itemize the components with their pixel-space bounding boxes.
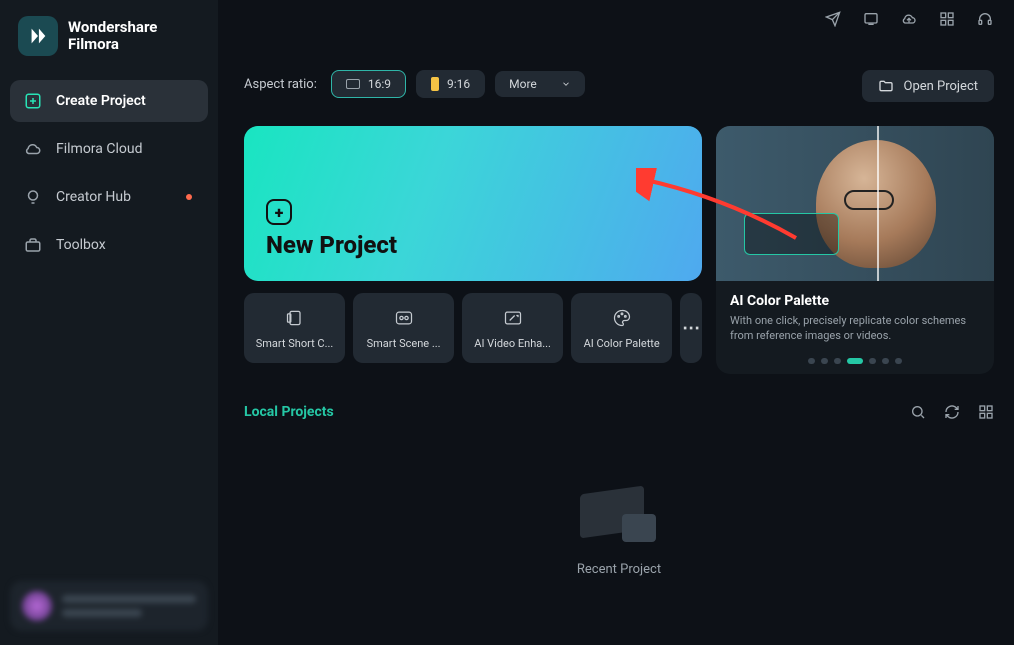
tile-smart-short-clips[interactable]: Smart Short C... (244, 293, 345, 363)
app-logo: Wondershare Filmora (0, 0, 218, 80)
open-project-button[interactable]: Open Project (862, 70, 995, 102)
portrait-icon (431, 77, 439, 91)
avatar (22, 591, 52, 621)
tile-ai-video-enhance[interactable]: AI Video Enha... (462, 293, 563, 363)
apps-grid-icon[interactable] (938, 10, 956, 28)
header-icon-bar (824, 10, 994, 28)
sidebar-nav: Create Project Filmora Cloud Creator Hub… (0, 80, 218, 266)
cloud-icon (24, 140, 42, 158)
local-projects-heading: Local Projects (244, 404, 334, 420)
bulb-icon (24, 188, 42, 206)
aspect-ratio-more-dropdown[interactable]: More (495, 71, 585, 97)
palette-icon (611, 307, 633, 329)
aspect-ratio-label: Aspect ratio: (244, 77, 317, 92)
toolbox-icon (24, 236, 42, 254)
new-project-card[interactable]: + New Project (244, 126, 702, 281)
clip-icon (284, 307, 306, 329)
empty-state-text: Recent Project (577, 562, 661, 577)
ai-tool-tiles: Smart Short C... Smart Scene ... AI Vide… (244, 293, 702, 363)
headset-icon[interactable] (976, 10, 994, 28)
empty-box-illustration (574, 470, 664, 550)
local-projects-actions (910, 404, 994, 420)
sidebar-item-label: Toolbox (56, 237, 106, 253)
ellipsis-icon: ⋯ (682, 318, 700, 339)
tile-more[interactable]: ⋯ (680, 293, 702, 363)
sidebar-item-toolbox[interactable]: Toolbox (10, 224, 208, 266)
sidebar-item-label: Filmora Cloud (56, 141, 142, 157)
search-icon[interactable] (910, 404, 926, 420)
aspect-ratio-16-9[interactable]: 16:9 (331, 70, 406, 98)
folder-icon (878, 78, 894, 94)
chevron-down-icon (561, 79, 571, 89)
sidebar-item-filmora-cloud[interactable]: Filmora Cloud (10, 128, 208, 170)
tile-smart-scene[interactable]: Smart Scene ... (353, 293, 454, 363)
sidebar-item-create-project[interactable]: Create Project (10, 80, 208, 122)
sidebar-item-label: Create Project (56, 93, 146, 109)
notification-dot (186, 194, 192, 200)
tile-ai-color-palette[interactable]: AI Color Palette (571, 293, 672, 363)
promo-image (716, 126, 994, 281)
empty-state: Recent Project (244, 470, 994, 577)
promo-title: AI Color Palette (716, 281, 994, 313)
refresh-icon[interactable] (944, 404, 960, 420)
promo-description: With one click, precisely replicate colo… (716, 313, 994, 344)
feedback-icon[interactable] (862, 10, 880, 28)
filmora-logo-icon (18, 16, 58, 56)
promo-pager[interactable] (716, 358, 994, 364)
promo-card[interactable]: AI Color Palette With one click, precise… (716, 126, 994, 374)
sidebar-item-creator-hub[interactable]: Creator Hub (10, 176, 208, 218)
sidebar: Wondershare Filmora Create Project Filmo… (0, 0, 218, 645)
brand-line2: Filmora (68, 36, 157, 53)
sidebar-item-label: Creator Hub (56, 189, 131, 205)
send-icon[interactable] (824, 10, 842, 28)
enhance-icon (502, 307, 524, 329)
account-pill[interactable] (10, 581, 208, 631)
account-info-blurred (62, 595, 196, 617)
main-panel: Aspect ratio: 16:9 9:16 More Open Projec… (218, 0, 1014, 645)
plus-square-icon (24, 92, 42, 110)
scene-icon (393, 307, 415, 329)
cloud-upload-icon[interactable] (900, 10, 918, 28)
grid-view-icon[interactable] (978, 404, 994, 420)
new-project-title: New Project (266, 231, 680, 259)
plus-icon: + (266, 199, 292, 225)
landscape-icon (346, 79, 360, 89)
brand-line1: Wondershare (68, 19, 157, 36)
aspect-ratio-9-16[interactable]: 9:16 (416, 70, 485, 98)
